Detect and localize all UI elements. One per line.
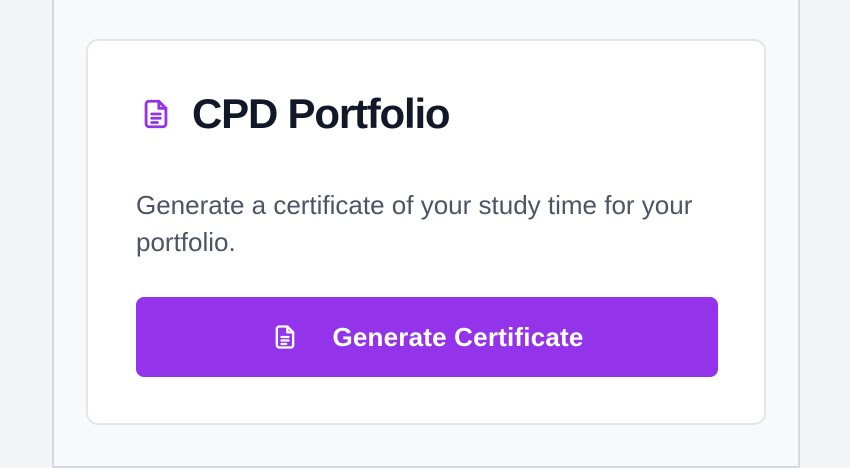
document-icon [270,320,300,354]
card-description: Generate a certificate of your study tim… [136,190,693,257]
generate-certificate-button[interactable]: Generate Certificate [136,297,718,377]
generate-certificate-label: Generate Certificate [332,321,584,352]
document-icon [138,94,174,134]
card-title: CPD Portfolio [192,90,451,137]
card-header: CPD Portfolio [138,89,451,139]
cpd-portfolio-card: CPD Portfolio Generate a certificate of … [86,39,766,425]
